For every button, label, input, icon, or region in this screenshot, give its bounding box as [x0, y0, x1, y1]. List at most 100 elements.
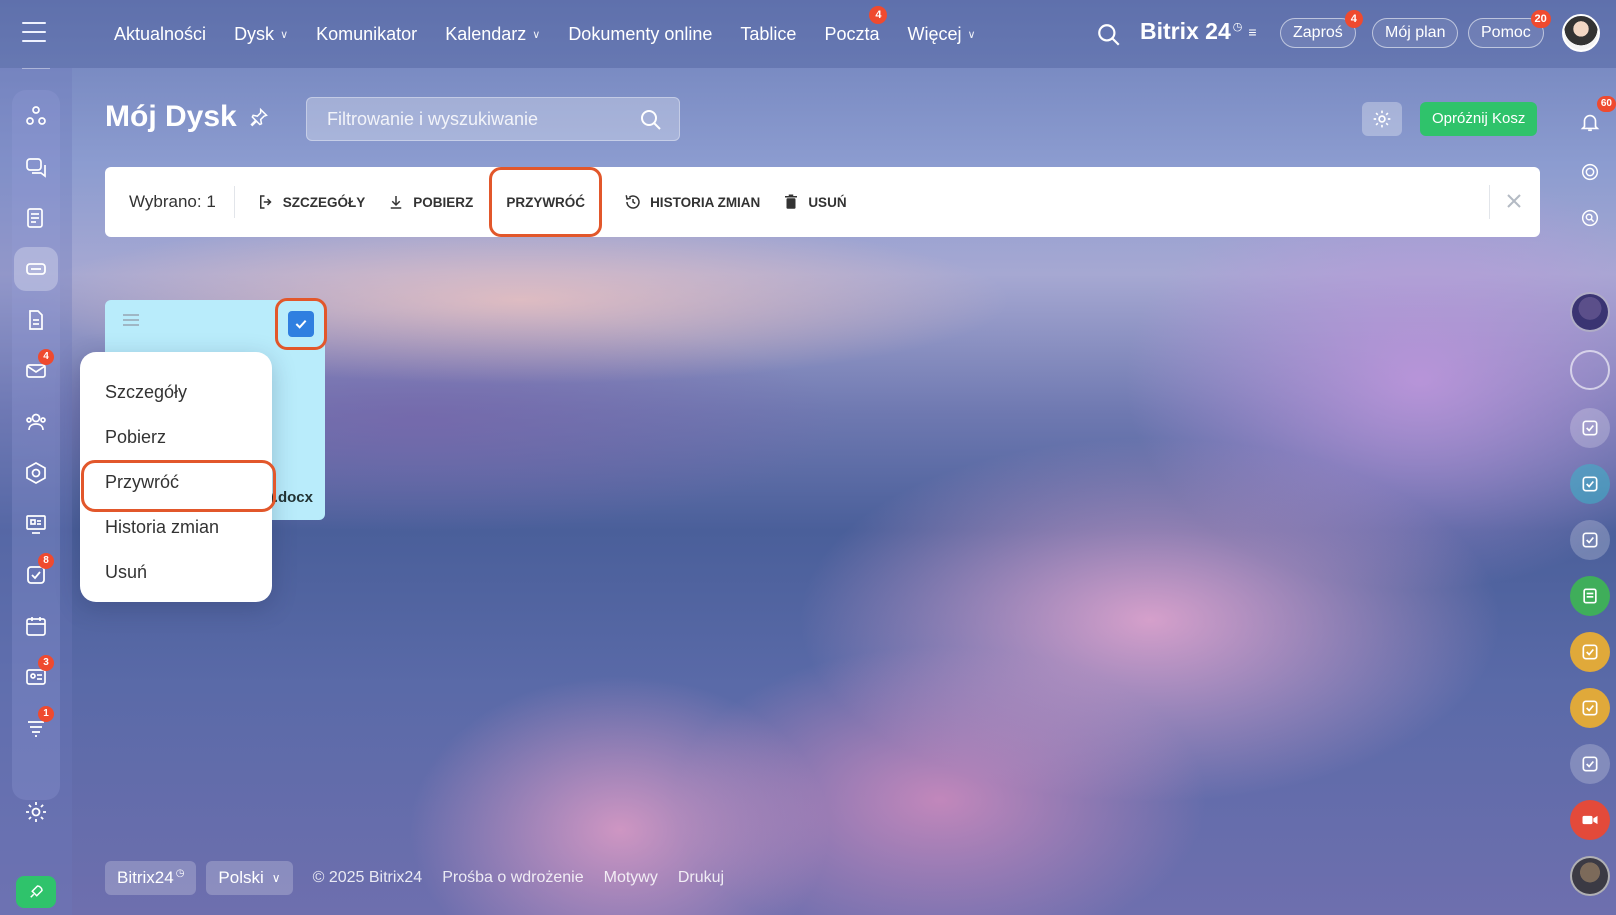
mail-badge: 4 [38, 349, 54, 365]
contact-avatar[interactable] [1570, 856, 1610, 896]
rocket-launch-button[interactable] [16, 876, 56, 908]
contact-avatar[interactable] [1570, 350, 1610, 390]
bitrix-logo[interactable]: Bitrix 24 ◷ ≡ [1140, 18, 1257, 45]
menu-item-delete[interactable]: Usuń [80, 550, 272, 595]
nav-dokumenty-online[interactable]: Dokumenty online [568, 24, 712, 45]
gear-icon [1373, 110, 1391, 128]
news-icon [27, 208, 43, 228]
hamburger-menu-icon[interactable] [22, 22, 46, 42]
drive-settings-button[interactable] [1362, 102, 1402, 136]
task-chat-button[interactable] [1570, 408, 1610, 448]
nav-poczta[interactable]: Poczta 4 [824, 5, 888, 45]
settings-sliders-icon[interactable]: ≡ [1248, 24, 1256, 40]
task-chat-button[interactable] [1570, 520, 1610, 560]
task-icon [1582, 756, 1598, 772]
history-action[interactable]: HISTORIA ZMIAN [624, 182, 760, 222]
empty-trash-button[interactable]: Opróżnij Kosz [1420, 102, 1538, 136]
sidebar-item-calendar[interactable] [14, 604, 58, 648]
clock-icon: ◷ [175, 868, 185, 879]
invite-badge: 4 [1344, 10, 1363, 28]
selected-count: Wybrano: 1 [129, 186, 235, 218]
mail-count-badge: 4 [869, 5, 888, 24]
footer-link-themes[interactable]: Motywy [604, 869, 658, 887]
task-icon [1582, 532, 1598, 548]
nav-tablice[interactable]: Tablice [740, 24, 796, 45]
task-chat-button[interactable] [1570, 744, 1610, 784]
file-menu-icon[interactable] [123, 314, 139, 328]
footer-link-print[interactable]: Drukuj [678, 869, 724, 887]
filter-search-field[interactable] [306, 97, 680, 141]
sidebar-item-documents[interactable] [14, 298, 58, 342]
task-icon [1582, 644, 1598, 660]
sidebar-item-mail[interactable]: 4 [14, 349, 58, 393]
drive-icon [26, 263, 46, 275]
sidebar-item-activity[interactable] [14, 94, 58, 138]
board-icon [26, 515, 46, 534]
main-nav: Aktualności Dysk ∨ Komunikator Kalendarz ∨… [100, 0, 990, 68]
copilot-button[interactable] [1570, 152, 1610, 192]
user-avatar[interactable] [1562, 14, 1600, 52]
restore-action[interactable]: PRZYWRÓĆ [489, 167, 603, 237]
bell-icon [1580, 114, 1600, 132]
invite-button[interactable]: Zaproś 4 [1280, 10, 1363, 48]
close-icon[interactable] [1502, 189, 1526, 213]
trash-icon [785, 194, 798, 209]
chat-icon [26, 158, 46, 178]
file-checkbox[interactable] [288, 311, 314, 337]
right-sidebar: 60 [1564, 68, 1616, 915]
details-action[interactable]: SZCZEGÓŁY [257, 182, 365, 222]
task-icon [1582, 476, 1598, 492]
search-icon[interactable] [1096, 22, 1122, 48]
crm-badge: 3 [38, 655, 54, 671]
help-button[interactable]: Pomoc 20 [1468, 10, 1551, 48]
search-icon[interactable] [639, 108, 663, 132]
menu-item-restore[interactable]: Przywróć [80, 460, 276, 512]
left-sidebar: 4 8 3 1 [0, 68, 72, 915]
gear-icon [26, 802, 46, 822]
sidebar-item-news[interactable] [14, 196, 58, 240]
sidebar-item-automation[interactable] [14, 451, 58, 495]
sidebar-item-contacts[interactable] [14, 400, 58, 444]
delete-action[interactable]: USUŃ [782, 182, 847, 222]
sidebar-item-funnel[interactable]: 1 [14, 706, 58, 750]
sidebar-item-settings[interactable] [14, 790, 58, 834]
sidebar-item-chat[interactable] [14, 145, 58, 189]
menu-item-download[interactable]: Pobierz [80, 415, 272, 460]
task-chat-button[interactable] [1570, 464, 1610, 504]
footer-brand-button[interactable]: Bitrix24 ◷ [105, 861, 197, 895]
notifications-button[interactable]: 60 [1570, 96, 1616, 142]
menu-item-history[interactable]: Historia zmian [80, 505, 272, 550]
sidebar-item-tasks[interactable]: 8 [14, 553, 58, 597]
activity-icon [26, 106, 46, 125]
footer-link-implementation[interactable]: Prośba o wdrożenie [442, 869, 583, 887]
menu-item-details[interactable]: Szczegóły [80, 370, 272, 415]
users-icon [26, 413, 46, 431]
nav-aktualnosci[interactable]: Aktualności [114, 24, 206, 45]
sidebar-item-crm[interactable]: 3 [14, 655, 58, 699]
document-icon [29, 310, 43, 330]
pin-icon[interactable] [249, 107, 269, 127]
document-chat-button[interactable] [1570, 576, 1610, 616]
task-chat-button[interactable] [1570, 632, 1610, 672]
nav-wiecej[interactable]: Więcej ∨ [907, 24, 975, 45]
chat-search-button[interactable] [1570, 198, 1610, 238]
task-chat-button[interactable] [1570, 688, 1610, 728]
chat-search-icon [1581, 209, 1599, 227]
rocket-icon [30, 885, 43, 898]
my-plan-button[interactable]: Mój plan [1372, 18, 1459, 48]
filter-search-input[interactable] [307, 98, 679, 140]
task-icon [1582, 700, 1598, 716]
checkmark-icon [295, 319, 307, 329]
video-call-button[interactable] [1570, 800, 1610, 840]
contact-avatar[interactable] [1570, 292, 1610, 332]
nav-kalendarz[interactable]: Kalendarz ∨ [445, 24, 540, 45]
chevron-down-icon: ∨ [532, 28, 541, 41]
language-select[interactable]: Polski ∨ [206, 861, 293, 895]
chevron-down-icon: ∨ [271, 871, 281, 885]
download-action[interactable]: POBIERZ [387, 182, 473, 222]
nav-dysk[interactable]: Dysk ∨ [234, 24, 288, 45]
selection-action-bar: Wybrano: 1 SZCZEGÓŁY POBIERZ PRZYWRÓĆ HI… [105, 167, 1540, 237]
sidebar-item-sites[interactable] [14, 502, 58, 546]
sidebar-item-drive[interactable] [14, 247, 58, 291]
nav-komunikator[interactable]: Komunikator [316, 24, 417, 45]
